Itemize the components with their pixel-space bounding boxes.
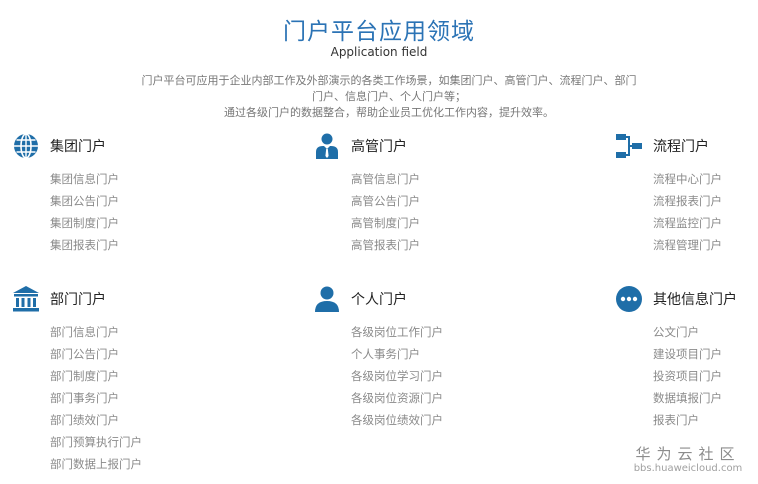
list-item[interactable]: 集团公告门户 bbox=[50, 190, 212, 212]
list-item[interactable]: 个人事务门户 bbox=[351, 343, 513, 365]
intro-line: 门户平台可应用于企业内部工作及外部演示的各类工作场景，如集团门户、高管门户、流程… bbox=[141, 74, 637, 87]
list-item[interactable]: 部门绩效门户 bbox=[50, 409, 212, 431]
list-item[interactable]: 公文门户 bbox=[653, 321, 758, 343]
category-header[interactable]: 集团门户 bbox=[12, 130, 212, 162]
category-department-portal: 部门门户 部门信息门户 部门公告门户 部门制度门户 部门事务门户 部门绩效门户 … bbox=[12, 283, 212, 475]
category-item-list: 部门信息门户 部门公告门户 部门制度门户 部门事务门户 部门绩效门户 部门预算执… bbox=[50, 321, 212, 475]
list-item[interactable]: 数据填报门户 bbox=[653, 387, 758, 409]
list-item[interactable]: 投资项目门户 bbox=[653, 365, 758, 387]
category-item-list: 流程中心门户 流程报表门户 流程监控门户 流程管理门户 bbox=[653, 168, 758, 256]
category-title: 个人门户 bbox=[351, 292, 407, 308]
workflow-icon bbox=[615, 132, 643, 160]
list-item[interactable]: 高管报表门户 bbox=[351, 234, 513, 256]
person-icon bbox=[313, 285, 341, 313]
list-item[interactable]: 建设项目门户 bbox=[653, 343, 758, 365]
intro-paragraph: 门户平台可应用于企业内部工作及外部演示的各类工作场景，如集团门户、高管门户、流程… bbox=[100, 73, 678, 121]
category-header[interactable]: 高管门户 bbox=[313, 130, 513, 162]
list-item[interactable]: 各级岗位工作门户 bbox=[351, 321, 513, 343]
list-item[interactable]: 部门数据上报门户 bbox=[50, 453, 212, 475]
list-item[interactable]: 部门预算执行门户 bbox=[50, 431, 212, 453]
list-item[interactable]: 集团信息门户 bbox=[50, 168, 212, 190]
page-subtitle: Application field bbox=[330, 45, 428, 59]
globe-icon bbox=[12, 132, 40, 160]
list-item[interactable]: 流程中心门户 bbox=[653, 168, 758, 190]
category-process-portal: 流程门户 流程中心门户 流程报表门户 流程监控门户 流程管理门户 bbox=[615, 130, 758, 256]
watermark-name: 华为云社区 bbox=[635, 445, 741, 463]
list-item[interactable]: 流程管理门户 bbox=[653, 234, 758, 256]
category-header[interactable]: 个人门户 bbox=[313, 283, 513, 315]
page-title: 门户平台应用领域 bbox=[283, 19, 475, 45]
list-item[interactable]: 部门事务门户 bbox=[50, 387, 212, 409]
category-personal-portal: 个人门户 各级岗位工作门户 个人事务门户 各级岗位学习门户 各级岗位资源门户 各… bbox=[313, 283, 513, 431]
list-item[interactable]: 各级岗位绩效门户 bbox=[351, 409, 513, 431]
category-header[interactable]: 部门门户 bbox=[12, 283, 212, 315]
list-item[interactable]: 高管制度门户 bbox=[351, 212, 513, 234]
list-item[interactable]: 流程监控门户 bbox=[653, 212, 758, 234]
more-dots-icon bbox=[615, 285, 643, 313]
list-item[interactable]: 部门制度门户 bbox=[50, 365, 212, 387]
category-item-list: 公文门户 建设项目门户 投资项目门户 数据填报门户 报表门户 bbox=[653, 321, 758, 431]
category-other-info-portal: 其他信息门户 公文门户 建设项目门户 投资项目门户 数据填报门户 报表门户 bbox=[615, 283, 758, 431]
category-group-portal: 集团门户 集团信息门户 集团公告门户 集团制度门户 集团报表门户 bbox=[12, 130, 212, 256]
category-title: 集团门户 bbox=[50, 139, 106, 155]
list-item[interactable]: 部门公告门户 bbox=[50, 343, 212, 365]
category-item-list: 各级岗位工作门户 个人事务门户 各级岗位学习门户 各级岗位资源门户 各级岗位绩效… bbox=[351, 321, 513, 431]
category-title: 流程门户 bbox=[653, 139, 709, 155]
intro-line: 通过各级门户的数据整合，帮助企业员工优化工作内容，提升效率。 bbox=[224, 106, 554, 119]
list-item[interactable]: 部门信息门户 bbox=[50, 321, 212, 343]
category-title: 部门门户 bbox=[50, 292, 106, 308]
category-item-list: 高管信息门户 高管公告门户 高管制度门户 高管报表门户 bbox=[351, 168, 513, 256]
list-item[interactable]: 各级岗位资源门户 bbox=[351, 387, 513, 409]
category-title: 高管门户 bbox=[351, 139, 407, 155]
category-header[interactable]: 其他信息门户 bbox=[615, 283, 758, 315]
list-item[interactable]: 高管信息门户 bbox=[351, 168, 513, 190]
list-item[interactable]: 流程报表门户 bbox=[653, 190, 758, 212]
executive-person-icon bbox=[313, 132, 341, 160]
category-item-list: 集团信息门户 集团公告门户 集团制度门户 集团报表门户 bbox=[50, 168, 212, 256]
category-executive-portal: 高管门户 高管信息门户 高管公告门户 高管制度门户 高管报表门户 bbox=[313, 130, 513, 256]
category-title: 其他信息门户 bbox=[653, 292, 737, 308]
list-item[interactable]: 高管公告门户 bbox=[351, 190, 513, 212]
list-item[interactable]: 报表门户 bbox=[653, 409, 758, 431]
watermark-url: bbs.huaweicloud.com bbox=[633, 463, 743, 474]
category-header[interactable]: 流程门户 bbox=[615, 130, 758, 162]
list-item[interactable]: 集团制度门户 bbox=[50, 212, 212, 234]
list-item[interactable]: 各级岗位学习门户 bbox=[351, 365, 513, 387]
intro-line: 门户、信息门户、个人门户等； bbox=[312, 90, 466, 103]
list-item[interactable]: 集团报表门户 bbox=[50, 234, 212, 256]
institution-building-icon bbox=[12, 285, 40, 313]
